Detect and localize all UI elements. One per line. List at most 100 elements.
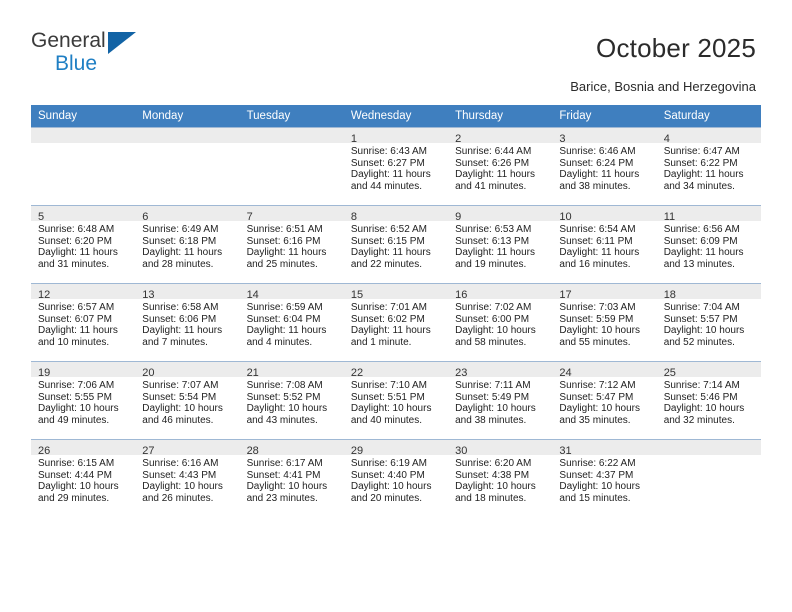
day-sun-info: Sunrise: 6:52 AM Sunset: 6:15 PM Daylight:… [344, 221, 448, 270]
sunrise-text: Sunrise: 7:03 AM [559, 302, 636, 313]
day-number-bar: 18 [656, 284, 761, 301]
daylight-text: Daylight: 10 hours and 20 minutes. [350, 481, 432, 504]
calendar-day-cell[interactable]: 13 Sunrise: 6:58 AM Sunset: 6:06 PM Dayligh… [135, 283, 240, 361]
calendar-day-cell[interactable]: 25 Sunrise: 7:14 AM Sunset: 5:46 PM Dayligh… [656, 361, 761, 439]
day-number: 15 [350, 289, 364, 301]
calendar-day-cell[interactable]: 10 Sunrise: 6:54 AM Sunset: 6:11 PM Dayligh… [552, 205, 657, 283]
day-number-bar: 4 [656, 128, 761, 145]
sunset-text: Sunset: 6:27 PM [350, 157, 425, 169]
calendar-day-cell[interactable]: 26 Sunrise: 6:15 AM Sunset: 4:44 PM Dayligh… [31, 439, 136, 517]
day-number-bar: 3 [552, 128, 657, 145]
day-number-bar: 6 [135, 206, 240, 223]
calendar-day-cell[interactable]: 18 Sunrise: 7:04 AM Sunset: 5:57 PM Dayligh… [656, 283, 761, 361]
calendar-day-cell[interactable]: 12 Sunrise: 6:57 AM Sunset: 6:07 PM Dayligh… [31, 283, 136, 361]
calendar-day-cell[interactable]: 21 Sunrise: 7:08 AM Sunset: 5:52 PM Dayligh… [239, 361, 344, 439]
calendar-week-row: 19 Sunrise: 7:06 AM Sunset: 5:55 PM Dayligh… [31, 361, 761, 439]
sunrise-text: Sunrise: 7:06 AM [38, 380, 115, 391]
sunset-text: Sunset: 6:20 PM [38, 235, 112, 247]
day-sun-info: Sunrise: 6:43 AM Sunset: 6:27 PM Daylight:… [344, 143, 448, 192]
day-number-bar: 5 [31, 206, 136, 223]
day-sun-info: Sunrise: 6:46 AM Sunset: 6:24 PM Daylight:… [552, 143, 656, 192]
day-number: 1 [350, 133, 357, 145]
calendar-day-cell[interactable]: 6 Sunrise: 6:49 AM Sunset: 6:18 PM Daylight… [135, 205, 240, 283]
sunrise-text: Sunrise: 6:57 AM [38, 302, 115, 313]
calendar-day-cell[interactable]: 3 Sunrise: 6:46 AM Sunset: 6:24 PM Daylight… [552, 127, 657, 205]
day-number: 10 [559, 211, 572, 223]
day-cell-content [239, 127, 344, 205]
calendar-day-cell[interactable]: 5 Sunrise: 6:48 AM Sunset: 6:20 PM Daylight… [31, 205, 136, 283]
weekday-header-thursday: Thursday [448, 105, 553, 127]
daylight-text: Daylight: 10 hours and 32 minutes. [663, 403, 745, 426]
calendar-day-cell[interactable]: 28 Sunrise: 6:17 AM Sunset: 4:41 PM Dayligh… [239, 439, 344, 517]
sunset-text: Sunset: 6:07 PM [38, 313, 112, 325]
sunrise-text: Sunrise: 7:07 AM [142, 380, 219, 391]
calendar-day-cell[interactable]: 19 Sunrise: 7:06 AM Sunset: 5:55 PM Dayligh… [31, 361, 136, 439]
day-cell-content: 22 Sunrise: 7:10 AM Sunset: 5:51 PM Dayligh… [343, 361, 449, 439]
day-cell-content: 24 Sunrise: 7:12 AM Sunset: 5:47 PM Dayligh… [552, 361, 657, 439]
sunset-text: Sunset: 5:49 PM [455, 391, 530, 403]
day-number-bar: 23 [448, 362, 553, 379]
page-title: October 2025 [596, 33, 756, 63]
calendar-day-cell[interactable]: 22 Sunrise: 7:10 AM Sunset: 5:51 PM Dayligh… [343, 361, 449, 439]
day-number-bar: 19 [31, 362, 136, 379]
day-cell-content: 6 Sunrise: 6:49 AM Sunset: 6:18 PM Daylight… [135, 205, 240, 283]
day-cell-content: 20 Sunrise: 7:07 AM Sunset: 5:54 PM Dayligh… [135, 361, 240, 439]
sunrise-text: Sunrise: 7:12 AM [559, 380, 636, 391]
calendar-day-cell[interactable]: 31 Sunrise: 6:22 AM Sunset: 4:37 PM Dayligh… [552, 439, 657, 517]
sunrise-text: Sunrise: 6:51 AM [246, 224, 323, 235]
calendar-day-cell[interactable]: 30 Sunrise: 6:20 AM Sunset: 4:38 PM Dayligh… [448, 439, 553, 517]
calendar-day-cell[interactable]: 24 Sunrise: 7:12 AM Sunset: 5:47 PM Dayligh… [552, 361, 657, 439]
general-blue-logo[interactable]: General Blue [31, 30, 211, 82]
sunset-text: Sunset: 6:15 PM [350, 235, 425, 247]
sunset-text: Sunset: 5:55 PM [38, 391, 112, 403]
day-cell-content: 28 Sunrise: 6:17 AM Sunset: 4:41 PM Dayligh… [239, 439, 344, 517]
day-number-bar: 11 [656, 206, 761, 223]
calendar-day-cell[interactable]: 29 Sunrise: 6:19 AM Sunset: 4:40 PM Dayligh… [343, 439, 449, 517]
sunrise-text: Sunrise: 7:02 AM [455, 302, 532, 313]
day-number-bar: 12 [31, 284, 136, 301]
day-cell-content: 23 Sunrise: 7:11 AM Sunset: 5:49 PM Dayligh… [448, 361, 553, 439]
calendar-day-cell[interactable]: 4 Sunrise: 6:47 AM Sunset: 6:22 PM Daylight… [656, 127, 761, 205]
calendar-day-cell[interactable]: 11 Sunrise: 6:56 AM Sunset: 6:09 PM Dayligh… [656, 205, 761, 283]
calendar-day-cell[interactable]: 27 Sunrise: 6:16 AM Sunset: 4:43 PM Dayligh… [135, 439, 240, 517]
sunrise-text: Sunrise: 6:15 AM [38, 458, 115, 469]
sunrise-text: Sunrise: 6:17 AM [246, 458, 323, 469]
sunset-text: Sunset: 6:22 PM [663, 157, 738, 169]
calendar-day-cell[interactable]: 23 Sunrise: 7:11 AM Sunset: 5:49 PM Dayligh… [448, 361, 553, 439]
calendar-day-cell[interactable]: 16 Sunrise: 7:02 AM Sunset: 6:00 PM Dayligh… [448, 283, 553, 361]
sunrise-text: Sunrise: 6:56 AM [663, 224, 740, 235]
calendar-day-cell[interactable]: 15 Sunrise: 7:01 AM Sunset: 6:02 PM Dayligh… [343, 283, 449, 361]
calendar-day-cell [656, 439, 761, 517]
daylight-text: Daylight: 10 hours and 43 minutes. [246, 403, 328, 426]
weekday-header-monday: Monday [135, 105, 240, 127]
day-sun-info: Sunrise: 7:03 AM Sunset: 5:59 PM Daylight:… [552, 299, 656, 348]
sunrise-text: Sunrise: 7:01 AM [350, 302, 427, 313]
sunset-text: Sunset: 5:57 PM [663, 313, 738, 325]
calendar-day-cell[interactable]: 9 Sunrise: 6:53 AM Sunset: 6:13 PM Daylight… [448, 205, 553, 283]
calendar-day-cell[interactable]: 1 Sunrise: 6:43 AM Sunset: 6:27 PM Daylight… [343, 127, 449, 205]
day-number-bar: 8 [343, 206, 449, 223]
calendar-day-cell[interactable]: 14 Sunrise: 6:59 AM Sunset: 6:04 PM Dayligh… [239, 283, 344, 361]
calendar-day-cell[interactable]: 7 Sunrise: 6:51 AM Sunset: 6:16 PM Daylight… [239, 205, 344, 283]
day-number: 28 [246, 445, 259, 457]
day-number-bar: 14 [239, 284, 344, 301]
calendar-day-cell[interactable]: 20 Sunrise: 7:07 AM Sunset: 5:54 PM Dayligh… [135, 361, 240, 439]
calendar-day-cell[interactable]: 8 Sunrise: 6:52 AM Sunset: 6:15 PM Daylight… [343, 205, 449, 283]
daylight-text: Daylight: 11 hours and 41 minutes. [455, 169, 535, 192]
sunset-text: Sunset: 6:24 PM [559, 157, 634, 169]
day-number-bar: 24 [552, 362, 657, 379]
day-number: 26 [38, 445, 51, 457]
daylight-text: Daylight: 11 hours and 10 minutes. [38, 325, 118, 348]
calendar-day-cell[interactable]: 2 Sunrise: 6:44 AM Sunset: 6:26 PM Daylight… [448, 127, 553, 205]
day-number-bar: 13 [135, 284, 240, 301]
day-cell-content: 8 Sunrise: 6:52 AM Sunset: 6:15 PM Daylight… [343, 205, 449, 283]
calendar-day-cell[interactable]: 17 Sunrise: 7:03 AM Sunset: 5:59 PM Dayligh… [552, 283, 657, 361]
day-sun-info: Sunrise: 7:12 AM Sunset: 5:47 PM Daylight:… [552, 377, 656, 426]
sunset-text: Sunset: 5:52 PM [246, 391, 321, 403]
day-number-bar [31, 128, 136, 143]
day-cell-content: 10 Sunrise: 6:54 AM Sunset: 6:11 PM Dayligh… [552, 205, 657, 283]
day-cell-content [135, 127, 240, 205]
sunrise-text: Sunrise: 6:59 AM [246, 302, 323, 313]
day-number: 24 [559, 367, 572, 379]
day-sun-info: Sunrise: 6:44 AM Sunset: 6:26 PM Daylight:… [448, 143, 552, 192]
